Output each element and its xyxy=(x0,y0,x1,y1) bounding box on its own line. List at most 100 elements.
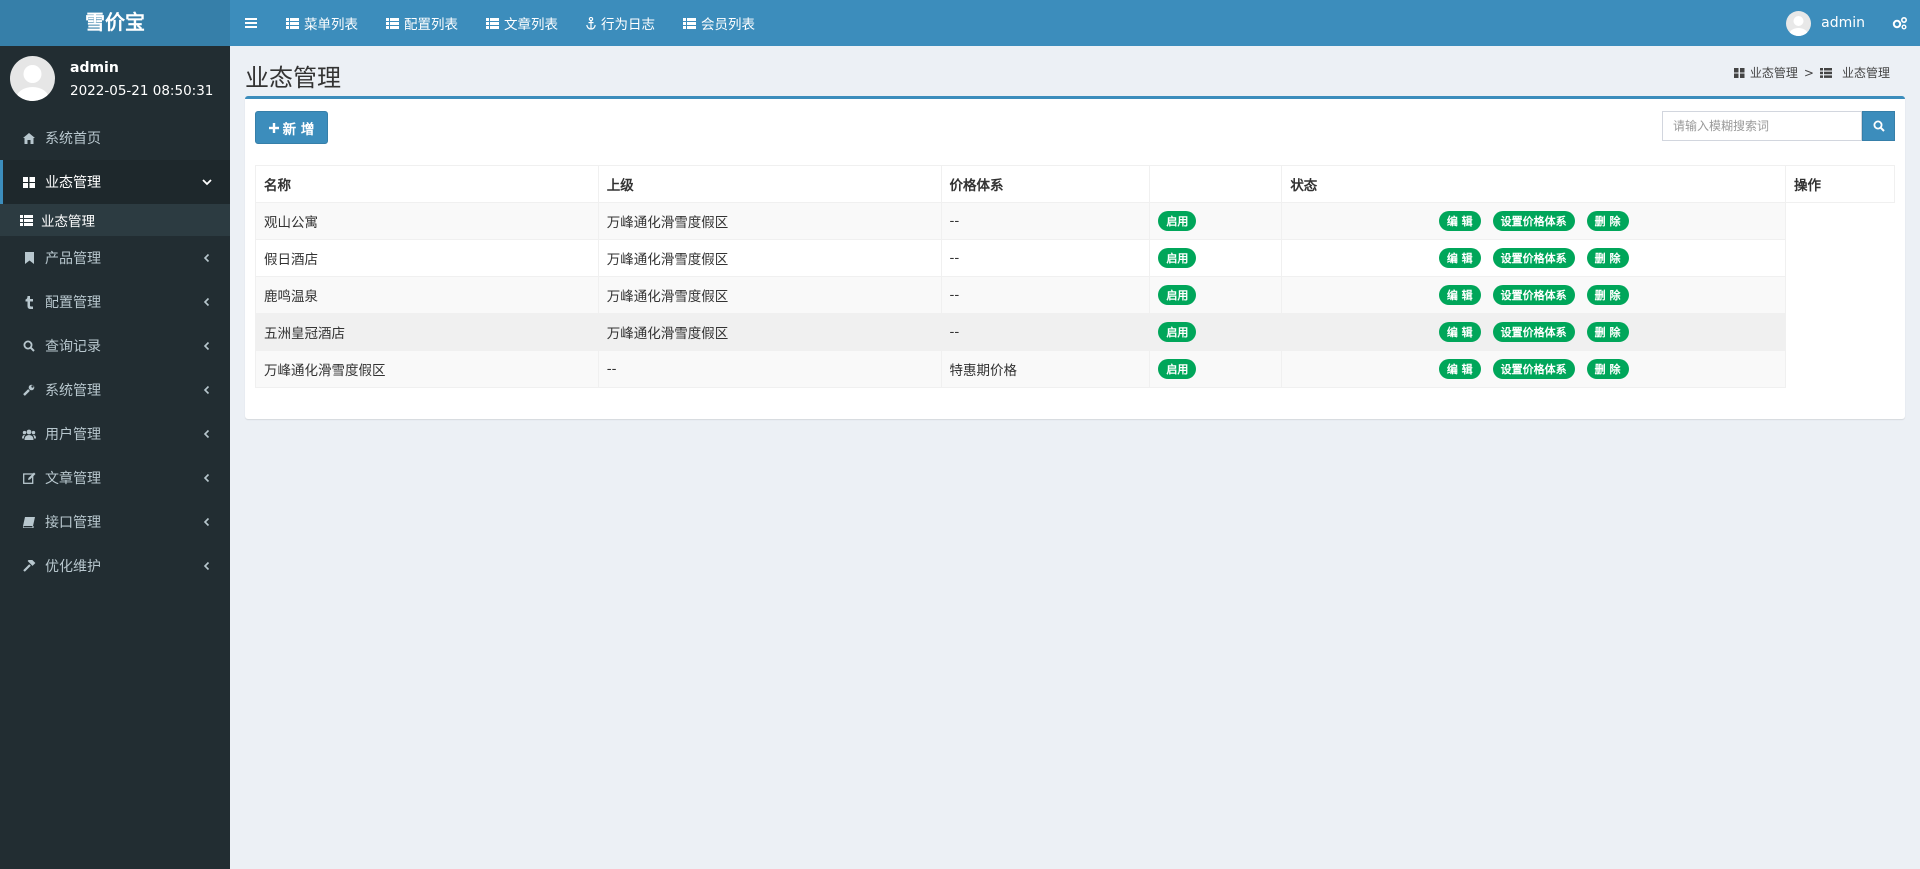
table-row: 假日酒店 万峰通化滑雪度假区 -- 启用 编 辑 设置价格体系 删 除 xyxy=(255,239,1895,277)
sidebar-menu: 系统首页 业态管理 业态管理 产品管理 配置管理 查询记录 系统管理 用户管理 … xyxy=(0,116,230,588)
nav-config-list[interactable]: 配置列表 xyxy=(372,0,472,46)
sidebar-item-label: 接口管理 xyxy=(45,515,101,531)
nav-member-list[interactable]: 会员列表 xyxy=(669,0,769,46)
settings-button[interactable] xyxy=(1880,0,1920,46)
edit-button[interactable]: 编 辑 xyxy=(1438,211,1481,231)
page-title: 业态管理 xyxy=(245,64,341,92)
sidebar-item-label: 系统管理 xyxy=(45,383,101,399)
set-price-button[interactable]: 设置价格体系 xyxy=(1492,359,1575,379)
sidebar-item-system[interactable]: 系统管理 xyxy=(0,368,230,412)
sidebar-toggle-button[interactable] xyxy=(230,0,272,46)
sidebar-item-maintenance[interactable]: 优化维护 xyxy=(0,544,230,588)
status-badge[interactable]: 启用 xyxy=(1158,359,1197,379)
cell-parent: 万峰通化滑雪度假区 xyxy=(597,202,942,240)
status-badge[interactable]: 启用 xyxy=(1158,322,1197,342)
sidebar-item-home[interactable]: 系统首页 xyxy=(0,116,230,160)
chevron-left-icon xyxy=(203,473,210,483)
cell-name: 鹿鸣温泉 xyxy=(255,276,599,314)
row-actions: 编 辑 设置价格体系 删 除 xyxy=(1290,248,1777,268)
status-badge[interactable]: 启用 xyxy=(1158,211,1197,231)
set-price-button[interactable]: 设置价格体系 xyxy=(1492,211,1575,231)
edit-button[interactable]: 编 辑 xyxy=(1438,322,1481,342)
cell-name: 五洲皇冠酒店 xyxy=(255,313,599,351)
cell-name: 假日酒店 xyxy=(255,239,599,277)
content-area: 业态管理 业态管理 > 业态管理 新 增 名称 上级 价格体 xyxy=(230,46,1920,869)
dashboard-icon xyxy=(1733,67,1745,78)
data-table: 名称 上级 价格体系 状态 操作 观山公寓 万峰通化滑雪度假区 -- 启用 编 … xyxy=(255,165,1895,388)
nav-label: 行为日志 xyxy=(601,17,655,33)
sidebar-item-api[interactable]: 接口管理 xyxy=(0,500,230,544)
search-input[interactable] xyxy=(1662,111,1862,141)
delete-button[interactable]: 删 除 xyxy=(1586,322,1629,342)
delete-button[interactable]: 删 除 xyxy=(1586,248,1629,268)
status-badge[interactable]: 启用 xyxy=(1158,285,1197,305)
user-menu[interactable]: admin xyxy=(1771,0,1880,46)
add-button-label: 新 增 xyxy=(282,121,315,138)
sidebar-item-products[interactable]: 产品管理 xyxy=(0,236,230,280)
sidebar-item-label: 查询记录 xyxy=(45,339,101,355)
plus-icon xyxy=(268,122,279,133)
list-icon xyxy=(20,214,33,226)
delete-button[interactable]: 删 除 xyxy=(1586,211,1629,231)
edit-button[interactable]: 编 辑 xyxy=(1438,359,1481,379)
list-icon xyxy=(486,17,499,29)
top-header: 雪价宝 菜单列表 配置列表 文章列表 行为日志 会员列表 admin xyxy=(0,0,1920,46)
sidebar-item-articles[interactable]: 文章管理 xyxy=(0,456,230,500)
chevron-left-icon xyxy=(203,429,210,439)
sidebar-item-label: 系统首页 xyxy=(45,131,101,147)
nav-label: 菜单列表 xyxy=(304,17,358,33)
search-button[interactable] xyxy=(1862,111,1895,141)
anchor-icon xyxy=(586,16,596,30)
add-button[interactable]: 新 增 xyxy=(255,111,328,144)
list-icon xyxy=(286,17,299,29)
edit-button[interactable]: 编 辑 xyxy=(1438,248,1481,268)
sidebar-item-label: 配置管理 xyxy=(45,295,101,311)
sidebar-item-business[interactable]: 业态管理 xyxy=(0,160,230,204)
cell-price: -- xyxy=(940,239,1151,277)
breadcrumb-link[interactable]: 业态管理 xyxy=(1750,64,1798,81)
delete-button[interactable]: 删 除 xyxy=(1586,285,1629,305)
row-actions: 编 辑 设置价格体系 删 除 xyxy=(1290,359,1777,379)
sidebar-item-query-log[interactable]: 查询记录 xyxy=(0,324,230,368)
column-header xyxy=(1149,165,1283,203)
table-row: 鹿鸣温泉 万峰通化滑雪度假区 -- 启用 编 辑 设置价格体系 删 除 xyxy=(255,276,1895,314)
edit-button[interactable]: 编 辑 xyxy=(1438,285,1481,305)
avatar xyxy=(1786,10,1812,36)
avatar xyxy=(10,56,55,101)
nav-menu-list[interactable]: 菜单列表 xyxy=(272,0,372,46)
sidebar-item-label: 优化维护 xyxy=(45,559,101,575)
sidebar-item-users[interactable]: 用户管理 xyxy=(0,412,230,456)
nav-article-list[interactable]: 文章列表 xyxy=(472,0,572,46)
breadcrumb-separator: > xyxy=(1803,65,1814,80)
sidebar-item-label: 产品管理 xyxy=(45,251,101,267)
sidebar-item-label: 业态管理 xyxy=(45,175,101,191)
login-time: 2022-05-21 08:50:31 xyxy=(70,83,214,99)
set-price-button[interactable]: 设置价格体系 xyxy=(1492,285,1575,305)
row-actions: 编 辑 设置价格体系 删 除 xyxy=(1290,285,1777,305)
hamburger-icon xyxy=(245,18,257,28)
sidebar-item-config[interactable]: 配置管理 xyxy=(0,280,230,324)
user-panel: admin 2022-05-21 08:50:31 xyxy=(0,46,230,116)
column-header: 名称 xyxy=(255,165,599,203)
nav-label: 文章列表 xyxy=(504,17,558,33)
wrench-icon xyxy=(23,384,35,396)
sidebar-item-label: 用户管理 xyxy=(45,427,101,443)
sidebar: admin 2022-05-21 08:50:31 系统首页 业态管理 业态管理… xyxy=(0,46,230,869)
set-price-button[interactable]: 设置价格体系 xyxy=(1492,322,1575,342)
status-badge[interactable]: 启用 xyxy=(1158,248,1197,268)
header-username: admin xyxy=(1821,15,1865,31)
nav-label: 配置列表 xyxy=(404,17,458,33)
app-logo[interactable]: 雪价宝 xyxy=(0,0,230,46)
search-group xyxy=(1662,111,1895,141)
nav-action-log[interactable]: 行为日志 xyxy=(572,0,669,46)
chevron-down-icon xyxy=(202,179,212,186)
submenu-item-business[interactable]: 业态管理 xyxy=(0,204,230,236)
gears-icon xyxy=(1892,16,1908,30)
cell-parent: -- xyxy=(597,350,942,388)
column-header: 价格体系 xyxy=(940,165,1151,203)
cell-name: 观山公寓 xyxy=(255,202,599,240)
column-header: 操作 xyxy=(1785,165,1895,203)
chevron-left-icon xyxy=(203,385,210,395)
set-price-button[interactable]: 设置价格体系 xyxy=(1492,248,1575,268)
delete-button[interactable]: 删 除 xyxy=(1586,359,1629,379)
